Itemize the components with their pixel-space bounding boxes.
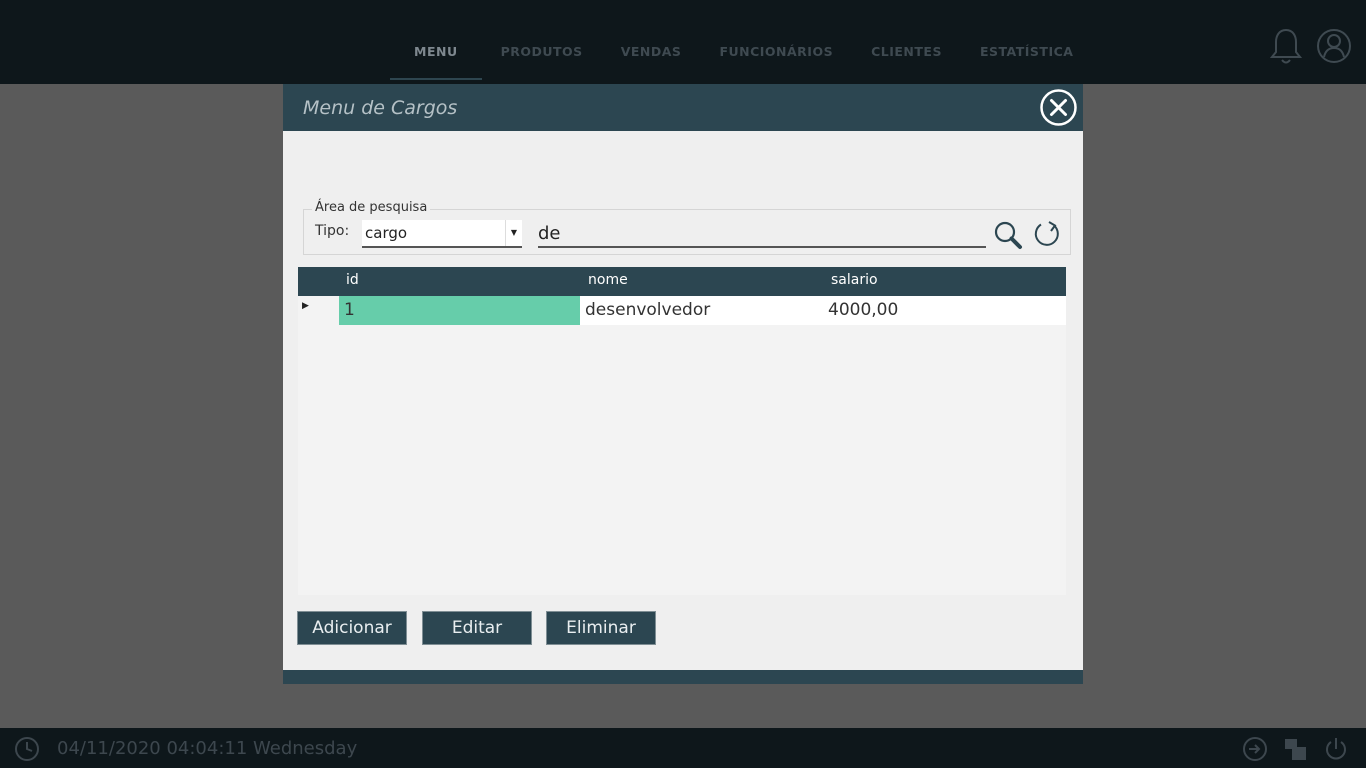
close-icon[interactable] <box>1039 88 1078 127</box>
clock-icon <box>15 737 39 761</box>
row-pointer-icon: ▶ <box>302 301 309 311</box>
search-area: Área de pesquisa Tipo: cargo ▼ <box>303 200 1071 255</box>
nav-item-clientes[interactable]: CLIENTES <box>852 0 961 78</box>
chevron-down-icon[interactable]: ▼ <box>505 220 522 246</box>
tipo-dropdown-value: cargo <box>365 224 408 242</box>
delete-button[interactable]: Eliminar <box>546 611 656 645</box>
search-area-legend: Área de pesquisa <box>312 200 431 215</box>
search-input[interactable] <box>538 220 986 248</box>
tipo-label: Tipo: <box>315 223 350 239</box>
refresh-icon[interactable] <box>1032 219 1062 249</box>
row-selector[interactable]: ▶ <box>298 296 339 325</box>
cell-salario[interactable]: 4000,00 <box>823 296 1066 325</box>
dialog-title: Menu de Cargos <box>303 97 458 119</box>
user-icon[interactable] <box>1316 26 1352 66</box>
column-header-salario[interactable]: salario <box>831 272 878 288</box>
dialog-header: Menu de Cargos <box>283 84 1083 131</box>
power-icon[interactable] <box>1323 736 1349 762</box>
windows-icon[interactable] <box>1282 736 1308 762</box>
cargos-table[interactable]: id nome salario ▶ 1 desenvolvedor 4000,0… <box>298 267 1066 595</box>
nav-item-vendas[interactable]: VENDAS <box>602 0 701 78</box>
main-nav: MENU PRODUTOS VENDAS FUNCIONÁRIOS CLIENT… <box>390 0 1092 84</box>
nav-item-funcionarios[interactable]: FUNCIONÁRIOS <box>700 0 852 78</box>
cell-nome[interactable]: desenvolvedor <box>580 296 823 325</box>
search-icon[interactable] <box>993 220 1023 250</box>
dialog-footer <box>283 670 1083 684</box>
edit-button[interactable]: Editar <box>422 611 532 645</box>
column-header-id[interactable]: id <box>346 272 359 288</box>
table-row[interactable]: ▶ 1 desenvolvedor 4000,00 <box>298 296 1066 325</box>
top-nav-bar: MENU PRODUTOS VENDAS FUNCIONÁRIOS CLIENT… <box>0 0 1366 84</box>
cell-id[interactable]: 1 <box>339 296 580 325</box>
cargos-dialog: Menu de Cargos Área de pesquisa Tipo: ca… <box>283 84 1083 684</box>
column-header-nome[interactable]: nome <box>588 272 628 288</box>
table-header: id nome salario <box>298 267 1066 296</box>
datetime-display: 04/11/2020 04:04:11 Wednesday <box>57 738 358 759</box>
bell-icon[interactable] <box>1268 26 1304 66</box>
add-button[interactable]: Adicionar <box>297 611 407 645</box>
nav-item-estatistica[interactable]: ESTATÍSTICA <box>961 0 1093 78</box>
nav-item-menu[interactable]: MENU <box>390 0 482 80</box>
logout-icon[interactable] <box>1242 736 1268 762</box>
nav-item-produtos[interactable]: PRODUTOS <box>482 0 602 78</box>
tipo-dropdown[interactable]: cargo ▼ <box>362 220 522 248</box>
status-bar: 04/11/2020 04:04:11 Wednesday <box>0 728 1366 768</box>
